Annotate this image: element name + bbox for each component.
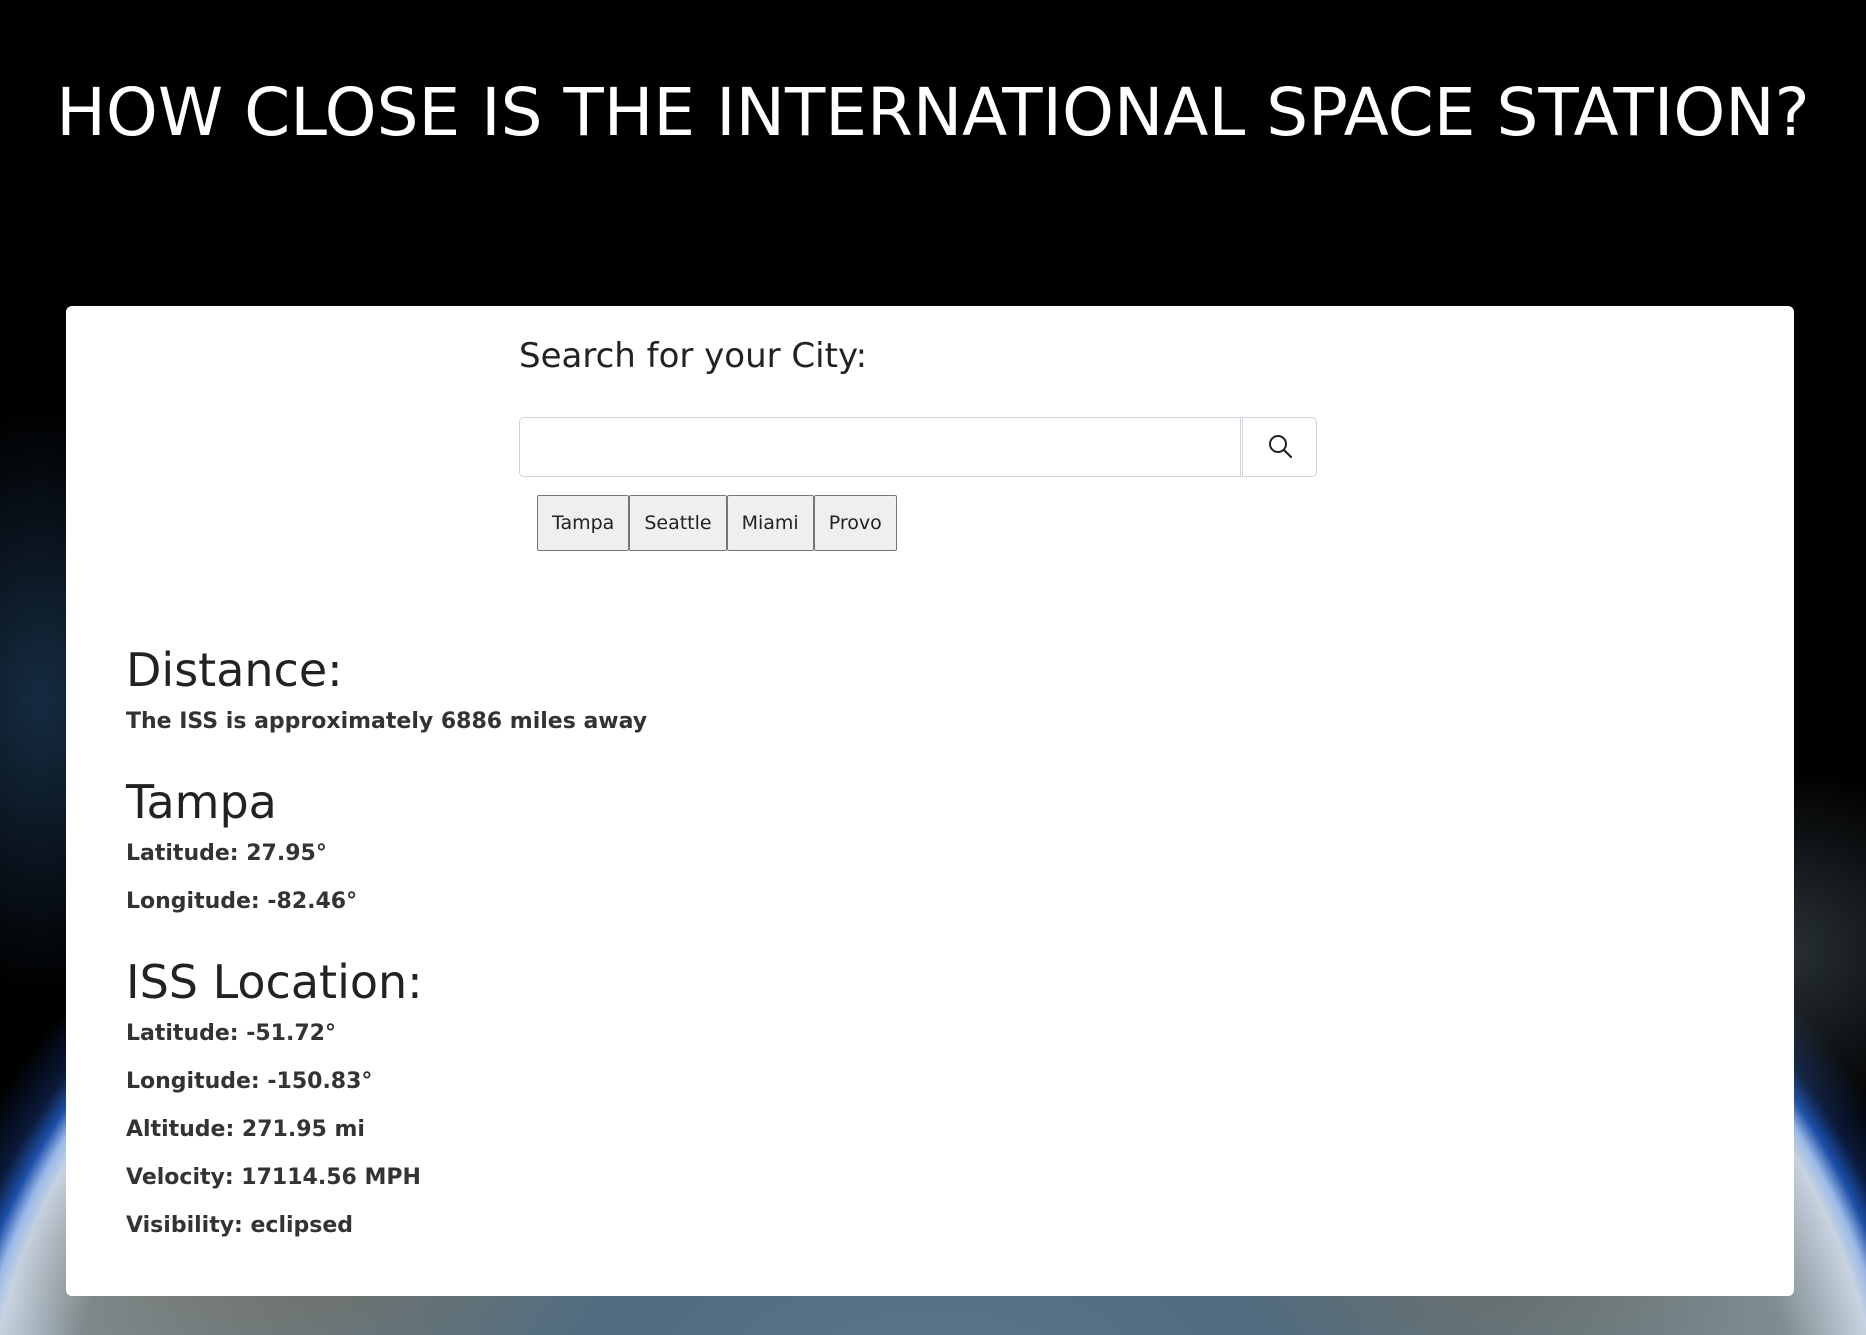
- city-name-heading: Tampa: [126, 775, 277, 829]
- iss-latitude: Latitude: -51.72°: [126, 1021, 336, 1046]
- city-longitude: Longitude: -82.46°: [126, 889, 358, 914]
- search-label: Search for your City:: [519, 336, 868, 376]
- city-button-provo[interactable]: Provo: [813, 495, 897, 551]
- search-button[interactable]: [1242, 417, 1317, 477]
- iss-location-heading: ISS Location:: [126, 955, 423, 1009]
- city-latitude: Latitude: 27.95°: [126, 841, 327, 866]
- iss-longitude: Longitude: -150.83°: [126, 1069, 373, 1094]
- page-title: HOW CLOSE IS THE INTERNATIONAL SPACE STA…: [56, 74, 1810, 151]
- iss-visibility: Visibility: eclipsed: [126, 1213, 354, 1238]
- iss-velocity: Velocity: 17114.56 MPH: [126, 1165, 421, 1190]
- quick-city-buttons: Tampa Seattle Miami Provo: [537, 495, 897, 551]
- city-button-seattle[interactable]: Seattle: [629, 495, 727, 551]
- city-search-input[interactable]: [519, 417, 1241, 477]
- iss-altitude: Altitude: 271.95 mi: [126, 1117, 365, 1142]
- main-card: Search for your City: Tampa Seattle Miam…: [66, 306, 1794, 1296]
- city-button-miami[interactable]: Miami: [726, 495, 814, 551]
- city-button-tampa[interactable]: Tampa: [537, 495, 630, 551]
- distance-heading: Distance:: [126, 643, 343, 697]
- distance-text: The ISS is approximately 6886 miles away: [126, 709, 648, 734]
- search-icon: [1267, 433, 1293, 462]
